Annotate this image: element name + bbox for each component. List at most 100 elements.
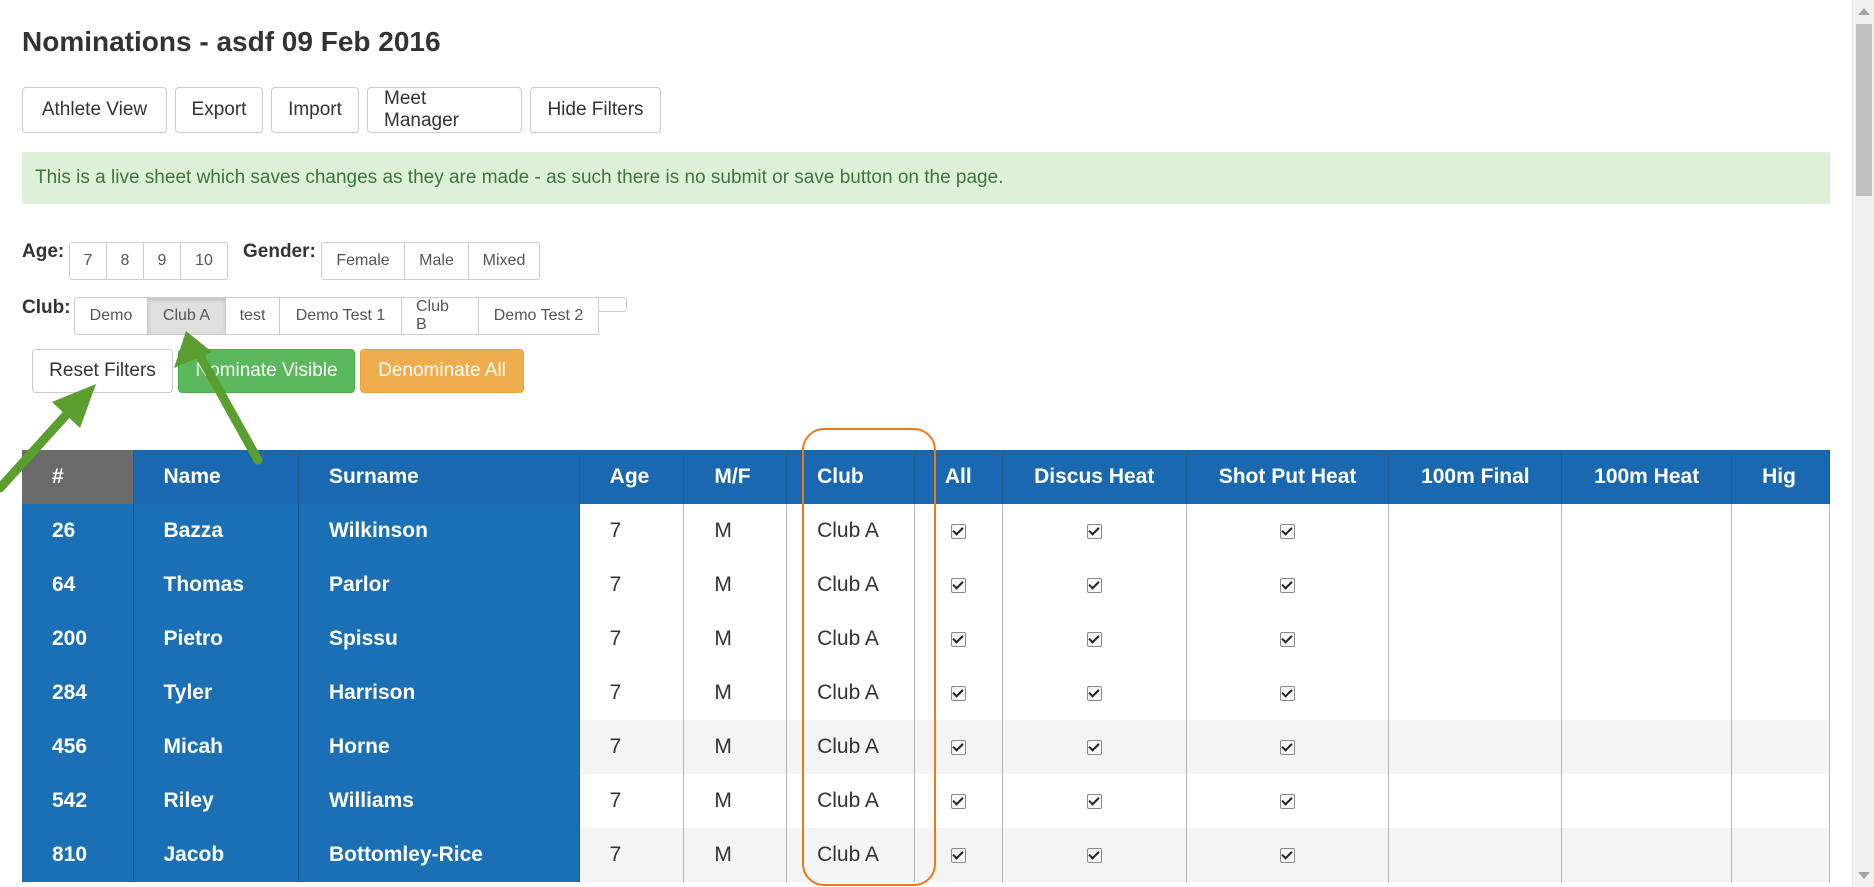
high-jump-cell[interactable]	[1731, 558, 1830, 612]
denominate-all-button[interactable]: Denominate All	[360, 349, 524, 393]
all-checkbox-cell	[914, 612, 1003, 666]
shot-put-heat-checkbox[interactable]	[1280, 847, 1296, 863]
athlete-age: 7	[579, 666, 685, 720]
export-button[interactable]: Export	[175, 87, 263, 133]
club-filter-demo-test-1[interactable]: Demo Test 1	[279, 297, 402, 335]
high-jump-cell[interactable]	[1731, 666, 1830, 720]
high-jump-cell[interactable]	[1731, 504, 1830, 558]
discus-heat-checkbox[interactable]	[1086, 739, 1102, 755]
all-checkbox[interactable]	[950, 739, 966, 755]
athlete-number: 26	[22, 504, 134, 558]
shot-put-heat-checkbox[interactable]	[1280, 523, 1296, 539]
100m-heat-cell[interactable]	[1561, 504, 1733, 558]
all-checkbox[interactable]	[950, 577, 966, 593]
all-checkbox[interactable]	[950, 685, 966, 701]
100m-final-cell[interactable]	[1388, 828, 1563, 882]
page-title: Nominations - asdf 09 Feb 2016	[22, 26, 441, 57]
discus-heat-checkbox[interactable]	[1086, 793, 1102, 809]
gender-filter-mixed[interactable]: Mixed	[468, 242, 540, 280]
100m-final-cell[interactable]	[1388, 774, 1563, 828]
all-checkbox[interactable]	[950, 793, 966, 809]
100m-final-cell[interactable]	[1388, 558, 1563, 612]
age-filter-7[interactable]: 7	[69, 242, 107, 280]
athlete-club: Club A	[786, 504, 915, 558]
athlete-gender: M	[683, 774, 788, 828]
col-header-all[interactable]: All	[914, 450, 1003, 504]
club-filter-demo[interactable]: Demo	[74, 297, 148, 335]
athlete-view-button[interactable]: Athlete View	[22, 87, 167, 133]
athlete-gender: M	[683, 828, 788, 882]
100m-final-cell[interactable]	[1388, 720, 1563, 774]
100m-heat-cell[interactable]	[1561, 612, 1733, 666]
age-filter-10[interactable]: 10	[180, 242, 228, 280]
discus-heat-checkbox-cell	[1002, 612, 1187, 666]
import-button[interactable]: Import	[271, 87, 359, 133]
col-header-shot-put-heat[interactable]: Shot Put Heat	[1186, 450, 1390, 504]
discus-heat-checkbox-cell	[1002, 666, 1187, 720]
shot-put-heat-checkbox[interactable]	[1280, 793, 1296, 809]
all-checkbox[interactable]	[950, 847, 966, 863]
discus-heat-checkbox[interactable]	[1086, 685, 1102, 701]
shot-put-heat-checkbox-cell	[1186, 774, 1390, 828]
hide-filters-button[interactable]: Hide Filters	[530, 87, 661, 133]
scroll-down-icon[interactable]	[1858, 872, 1870, 879]
discus-heat-checkbox[interactable]	[1086, 577, 1102, 593]
club-filter-blank[interactable]	[598, 297, 627, 312]
table-row: 284 Tyler Harrison 7 M Club A	[22, 666, 1830, 720]
table-row: 456 Micah Horne 7 M Club A	[22, 720, 1830, 774]
table-row: 64 Thomas Parlor 7 M Club A	[22, 558, 1830, 612]
nominate-visible-button[interactable]: Nominate Visible	[178, 349, 355, 393]
100m-heat-cell[interactable]	[1561, 774, 1733, 828]
high-jump-cell[interactable]	[1731, 828, 1830, 882]
100m-final-cell[interactable]	[1388, 666, 1563, 720]
shot-put-heat-checkbox[interactable]	[1280, 631, 1296, 647]
100m-heat-cell[interactable]	[1561, 828, 1733, 882]
meet-manager-button[interactable]: Meet Manager	[367, 87, 522, 133]
vertical-scrollbar[interactable]	[1852, 0, 1874, 887]
reset-filters-button[interactable]: Reset Filters	[32, 349, 173, 393]
col-header-age[interactable]: Age	[579, 450, 685, 504]
gender-filter-male[interactable]: Male	[404, 242, 469, 280]
athlete-gender: M	[683, 720, 788, 774]
col-header-gender[interactable]: M/F	[683, 450, 788, 504]
col-header-number[interactable]: #	[22, 450, 134, 504]
high-jump-cell[interactable]	[1731, 612, 1830, 666]
club-filter-club-a[interactable]: Club A	[147, 297, 226, 335]
col-header-surname[interactable]: Surname	[298, 450, 580, 504]
athlete-number: 64	[22, 558, 134, 612]
col-header-name[interactable]: Name	[133, 450, 299, 504]
100m-heat-cell[interactable]	[1561, 666, 1733, 720]
col-header-100m-heat[interactable]: 100m Heat	[1561, 450, 1733, 504]
age-filter-9[interactable]: 9	[143, 242, 181, 280]
shot-put-heat-checkbox[interactable]	[1280, 739, 1296, 755]
discus-heat-checkbox[interactable]	[1086, 847, 1102, 863]
discus-heat-checkbox[interactable]	[1086, 523, 1102, 539]
high-jump-cell[interactable]	[1731, 720, 1830, 774]
age-filter-8[interactable]: 8	[106, 242, 144, 280]
all-checkbox[interactable]	[950, 523, 966, 539]
col-header-100m-final[interactable]: 100m Final	[1388, 450, 1563, 504]
nominations-table: # Name Surname Age M/F Club All Discus H…	[22, 450, 1830, 882]
athlete-age: 7	[579, 558, 685, 612]
100m-final-cell[interactable]	[1388, 612, 1563, 666]
club-filter-club-b[interactable]: Club B	[401, 297, 479, 335]
table-row: 200 Pietro Spissu 7 M Club A	[22, 612, 1830, 666]
club-filter-test[interactable]: test	[225, 297, 280, 335]
high-jump-cell[interactable]	[1731, 774, 1830, 828]
100m-heat-cell[interactable]	[1561, 558, 1733, 612]
100m-final-cell[interactable]	[1388, 504, 1563, 558]
all-checkbox[interactable]	[950, 631, 966, 647]
100m-heat-cell[interactable]	[1561, 720, 1733, 774]
athlete-name: Micah	[133, 720, 299, 774]
col-header-club[interactable]: Club	[786, 450, 915, 504]
shot-put-heat-checkbox[interactable]	[1280, 577, 1296, 593]
scrollbar-thumb[interactable]	[1856, 24, 1872, 196]
scroll-up-icon[interactable]	[1858, 8, 1870, 15]
shot-put-heat-checkbox[interactable]	[1280, 685, 1296, 701]
discus-heat-checkbox[interactable]	[1086, 631, 1102, 647]
club-filter-group: Demo Club A test Demo Test 1 Club B Demo…	[74, 297, 627, 335]
col-header-high-jump[interactable]: Hig	[1731, 450, 1830, 504]
gender-filter-female[interactable]: Female	[321, 242, 405, 280]
club-filter-demo-test-2[interactable]: Demo Test 2	[478, 297, 599, 335]
col-header-discus-heat[interactable]: Discus Heat	[1002, 450, 1187, 504]
